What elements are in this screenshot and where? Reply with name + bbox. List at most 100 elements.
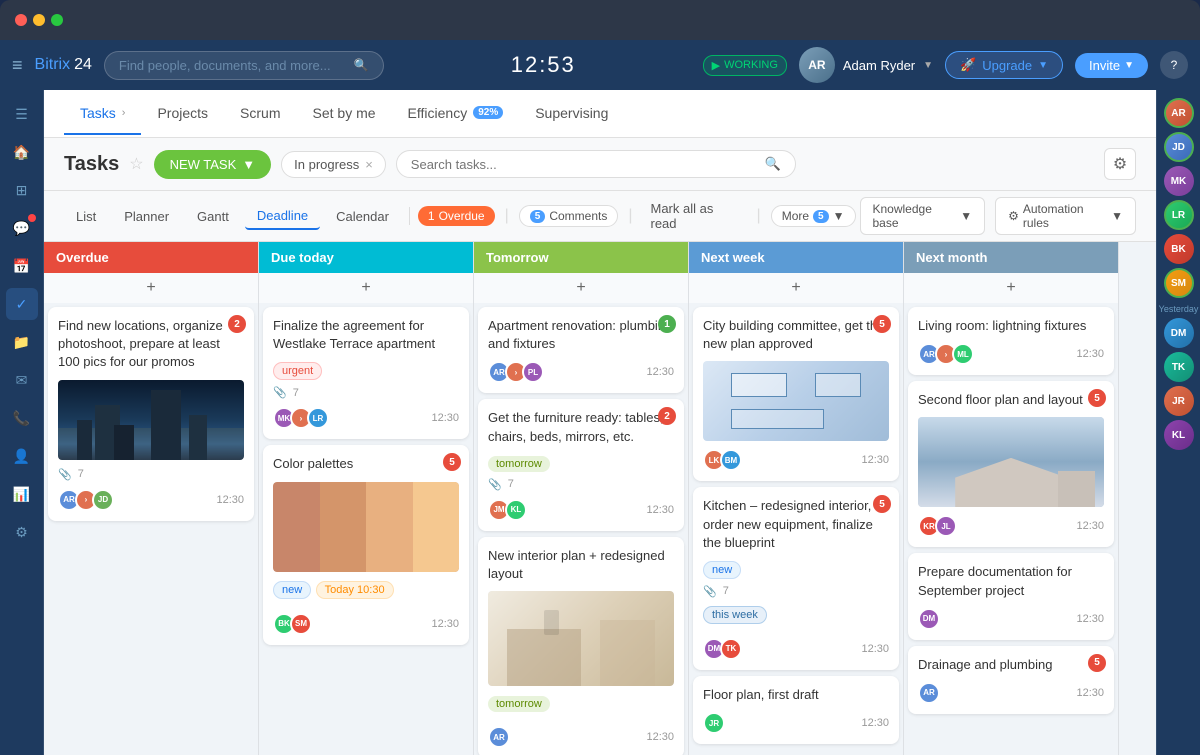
rs-avatar-5[interactable]: BK [1164, 234, 1194, 264]
close-button[interactable] [15, 14, 27, 26]
col-header-next-month: Next month [904, 242, 1118, 273]
minimize-button[interactable] [33, 14, 45, 26]
sidebar-item-mail[interactable]: ✉ [6, 364, 38, 396]
rs-avatar-6[interactable]: SM [1164, 268, 1194, 298]
view-planner[interactable]: Planner [112, 204, 181, 229]
mark-read-button[interactable]: Mark all as read [643, 197, 747, 235]
favorite-icon[interactable]: ☆ [129, 154, 143, 174]
sidebar-item-grid[interactable]: ⊞ [6, 174, 38, 206]
sidebar-item-menu[interactable]: ☰ [6, 98, 38, 130]
card-title: Get the furniture ready: tables, chairs,… [488, 409, 674, 445]
user-dropdown-icon[interactable]: ▼ [923, 60, 933, 71]
new-task-button[interactable]: NEW TASK ▼ [154, 150, 272, 179]
col-add-tomorrow[interactable]: + [474, 273, 688, 303]
task-settings-button[interactable]: ⚙ [1104, 148, 1136, 180]
invite-button[interactable]: Invite ▼ [1075, 53, 1148, 78]
tab-tasks-chevron: › [122, 107, 126, 119]
sidebar-item-contacts[interactable]: 👤 [6, 440, 38, 472]
task-card[interactable]: Prepare documentation for September proj… [908, 553, 1114, 639]
attachment-count: 7 [508, 478, 514, 490]
col-header-due-today: Due today [259, 242, 473, 273]
card-tag-thisweek: this week [703, 606, 767, 624]
rs-avatar-1[interactable]: AR [1164, 98, 1194, 128]
task-card[interactable]: Floor plan, first draft JR 12:30 [693, 676, 899, 744]
task-card[interactable]: Living room: lightning fixtures AR › ML … [908, 307, 1114, 375]
sidebar-item-phone[interactable]: 📞 [6, 402, 38, 434]
card-badge: 1 [658, 315, 676, 333]
card-avatars: AR › ML [918, 343, 969, 365]
right-sidebar: AR JD MK LR BK SM Yesterday DM TK JR KL [1156, 90, 1200, 755]
sidebar-item-files[interactable]: 📁 [6, 326, 38, 358]
menu-icon[interactable]: ≡ [12, 55, 23, 76]
attachment-icon: 📎 [703, 585, 717, 598]
sidebar-item-chat[interactable]: 💬 [6, 212, 38, 244]
card-badge: 5 [873, 315, 891, 333]
tab-projects[interactable]: Projects [141, 93, 224, 135]
task-card[interactable]: New interior plan + redesigned layout to… [478, 537, 684, 755]
upgrade-button[interactable]: 🚀 Upgrade ▼ [945, 51, 1063, 79]
task-search-input[interactable] [411, 157, 765, 172]
tab-bar: Tasks › Projects Scrum Set by me Efficie… [44, 90, 1156, 138]
global-search[interactable]: 🔍 [104, 51, 384, 80]
knowledge-base-button[interactable]: Knowledge base ▼ [860, 197, 986, 235]
card-footer: AR › PL 12:30 [488, 361, 674, 383]
col-add-overdue[interactable]: + [44, 273, 258, 303]
tab-scrum[interactable]: Scrum [224, 93, 296, 135]
task-card[interactable]: 5 City building committee, get the new p… [693, 307, 899, 481]
rs-avatar-9[interactable]: JR [1164, 386, 1194, 416]
task-card[interactable]: 2 Find new locations, organize photoshoo… [48, 307, 254, 521]
filter-in-progress[interactable]: In progress × [281, 151, 386, 178]
task-card[interactable]: 5 Color palettes new Today [263, 445, 469, 644]
overdue-pill[interactable]: 1 Overdue [418, 206, 495, 226]
task-card[interactable]: 5 Kitchen – redesigned interior, order n… [693, 487, 899, 670]
task-card[interactable]: 5 Second floor plan and layout KR JL [908, 381, 1114, 547]
task-card[interactable]: 2 Get the furniture ready: tables, chair… [478, 399, 684, 530]
rs-avatar-8[interactable]: TK [1164, 352, 1194, 382]
tab-supervising[interactable]: Supervising [519, 93, 624, 135]
view-list[interactable]: List [64, 204, 108, 229]
card-avatars: LK BM [703, 449, 737, 471]
task-card[interactable]: 1 Apartment renovation: plumbing and fix… [478, 307, 684, 393]
rs-avatar-2[interactable]: JD [1164, 132, 1194, 162]
sidebar-item-home[interactable]: 🏠 [6, 136, 38, 168]
filter-clear-icon[interactable]: × [365, 157, 373, 172]
view-deadline[interactable]: Deadline [245, 203, 320, 230]
tab-tasks[interactable]: Tasks › [64, 93, 141, 135]
tasks-toolbar: Tasks ☆ NEW TASK ▼ In progress × 🔍 ⚙ [44, 138, 1156, 191]
card-time: 12:30 [431, 618, 459, 630]
card-avatars: AR › PL [488, 361, 539, 383]
comments-pill[interactable]: 5 Comments [519, 205, 619, 227]
rs-avatar-7[interactable]: DM [1164, 318, 1194, 348]
card-footer: BK SM 12:30 [273, 613, 459, 635]
avatar[interactable]: AR [799, 47, 835, 83]
col-add-next-month[interactable]: + [904, 273, 1118, 303]
col-header-next-week: Next week [689, 242, 903, 273]
new-task-dropdown-icon: ▼ [242, 157, 255, 172]
view-gantt[interactable]: Gantt [185, 204, 241, 229]
card-meta: 📎 7 [273, 386, 459, 399]
rs-avatar-4[interactable]: LR [1164, 200, 1194, 230]
col-add-due-today[interactable]: + [259, 273, 473, 303]
help-button[interactable]: ? [1160, 51, 1188, 79]
tab-efficiency[interactable]: Efficiency 92% [392, 93, 520, 135]
fullscreen-button[interactable] [51, 14, 63, 26]
avatar-3: PL [522, 361, 544, 383]
tab-set-by-me[interactable]: Set by me [297, 93, 392, 135]
view-calendar[interactable]: Calendar [324, 204, 401, 229]
sidebar-item-settings[interactable]: ⚙ [6, 516, 38, 548]
automation-rules-button[interactable]: ⚙ Automation rules ▼ [995, 197, 1136, 235]
rs-avatar-3[interactable]: MK [1164, 166, 1194, 196]
rs-avatar-10[interactable]: KL [1164, 420, 1194, 450]
sidebar-item-calendar[interactable]: 📅 [6, 250, 38, 282]
task-card[interactable]: 5 Drainage and plumbing AR 12:30 [908, 646, 1114, 714]
sidebar-item-tasks[interactable]: ✓ [6, 288, 38, 320]
view-toolbar: List Planner Gantt Deadline Calendar 1 O… [44, 191, 1156, 242]
task-card[interactable]: Finalize the agreement for Westlake Terr… [263, 307, 469, 439]
card-tag-today: Today 10:30 [316, 581, 394, 599]
search-input[interactable] [119, 58, 346, 73]
sidebar-item-analytics[interactable]: 📊 [6, 478, 38, 510]
task-search[interactable]: 🔍 [396, 150, 796, 178]
separator-3: | [757, 207, 761, 225]
more-button[interactable]: More 5 ▼ [771, 205, 856, 227]
col-add-next-week[interactable]: + [689, 273, 903, 303]
